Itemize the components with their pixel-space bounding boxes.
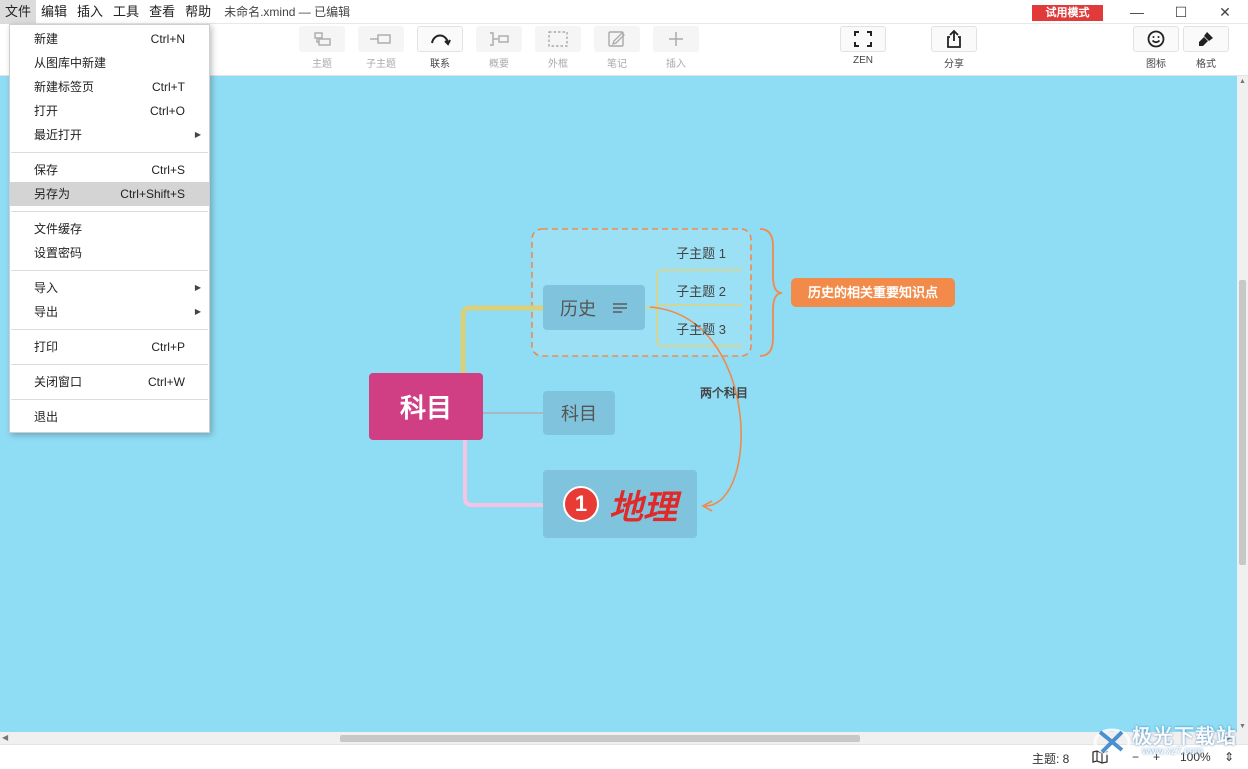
menu-separator [11,211,208,212]
menu-item-close-window[interactable]: 关闭窗口 Ctrl+W [10,370,209,394]
notes-label: 笔记 [607,59,627,70]
trial-mode-badge[interactable]: 试用模式 [1032,5,1103,21]
summary-label: 概要 [489,59,509,70]
subtopic-3[interactable]: 子主题 3 [660,319,742,341]
vertical-scrollbar[interactable]: ▲ ▼ [1237,76,1248,732]
menu-separator [11,152,208,153]
vertical-scroll-thumb[interactable] [1239,280,1246,565]
submenu-arrow-icon: ▶ [194,307,201,316]
icons-label: 图标 [1146,59,1166,70]
menu-item-exit[interactable]: 退出 [10,405,209,429]
menu-item-save-as[interactable]: 另存为 Ctrl+Shift+S [10,182,209,206]
relationship-button[interactable]: 联系 [417,26,463,70]
branch-dili [463,440,543,507]
submenu-arrow-icon: ▶ [194,130,201,139]
menu-view[interactable]: 查看 [144,0,180,24]
menu-edit[interactable]: 编辑 [36,0,72,24]
share-button[interactable]: 分享 [931,26,977,70]
boundary-icon [548,31,568,47]
summary-brace [759,228,783,357]
minimize-button[interactable]: — [1114,0,1160,24]
icons-button[interactable]: 图标 [1133,26,1179,70]
horizontal-scroll-thumb[interactable] [340,735,860,742]
menu-item-import[interactable]: 导入 ▶ [10,276,209,300]
relationship-icon [431,34,451,46]
menu-item-new[interactable]: 新建 Ctrl+N [10,27,209,51]
boundary-button[interactable]: 外框 [535,26,581,70]
submenu-arrow-icon: ▶ [194,283,201,292]
menu-file[interactable]: 文件 [0,0,37,24]
maximize-button[interactable]: ☐ [1158,0,1204,24]
zen-label: ZEN [853,55,873,66]
menu-separator [11,364,208,365]
notes-button[interactable]: 笔记 [594,26,640,70]
topic-dili-label: 地理 [609,487,677,528]
summary-topic[interactable]: 历史的相关重要知识点 [791,278,955,307]
horizontal-scrollbar[interactable]: ◀ ▶ [0,732,1248,744]
notes-icon[interactable] [612,301,628,315]
status-bar: 主题: 8 − + 100% ⇕ [0,744,1248,769]
menu-tools[interactable]: 工具 [108,0,144,24]
menu-item-save[interactable]: 保存 Ctrl+S [10,158,209,182]
menu-help[interactable]: 帮助 [180,0,216,24]
menu-item-export[interactable]: 导出 ▶ [10,300,209,324]
format-button[interactable]: 格式 [1183,26,1229,70]
plus-icon [669,32,683,46]
fullscreen-icon [854,31,872,47]
watermark: 极光下载站 www.xz7.com [1092,716,1242,766]
share-label: 分享 [944,59,964,70]
subtopic-icon [370,34,391,44]
summary-icon [490,32,509,46]
subtopic-button[interactable]: 子主题 [358,26,404,70]
document-title: 未命名.xmind — 已编辑 [224,5,351,19]
notes-icon [608,31,625,47]
share-icon [947,29,961,48]
close-button[interactable]: ✕ [1202,0,1248,24]
topic-count: 主题: 8 [1032,752,1070,766]
file-menu-dropdown: 新建 Ctrl+N 从图库中新建 新建标签页 Ctrl+T 打开 Ctrl+O 最近打… [9,24,210,433]
menu-item-new-from-gallery[interactable]: 从图库中新建 [10,51,209,75]
topic-button[interactable]: 主题 [299,26,345,70]
relationship-label[interactable]: 两个科目 [700,384,748,401]
watermark-url: www.xz7.com [1142,746,1204,757]
central-topic[interactable]: 科目 [369,373,483,440]
watermark-logo-icon [1093,728,1131,756]
menu-item-print[interactable]: 打印 Ctrl+P [10,335,209,359]
insert-button[interactable]: 插入 [653,26,699,70]
smiley-icon [1147,30,1165,48]
topic-dili[interactable]: 1 地理 [543,470,697,538]
scroll-left-icon[interactable]: ◀ [2,732,8,744]
watermark-text: 极光下载站 [1132,724,1237,748]
summary-button[interactable]: 概要 [476,26,522,70]
paintbrush-icon [1199,32,1213,46]
menu-item-file-cache[interactable]: 文件缓存 [10,217,209,241]
subtopic-2[interactable]: 子主题 2 [660,281,742,303]
scroll-up-icon[interactable]: ▲ [1237,76,1248,87]
zen-button[interactable]: ZEN [840,26,886,66]
topic-history-label: 历史 [560,298,596,319]
topic-icon [314,32,331,46]
menu-item-recent[interactable]: 最近打开 ▶ [10,123,209,147]
boundary-label: 外框 [548,59,568,70]
topic-label: 主题 [312,59,332,70]
menu-item-set-password[interactable]: 设置密码 [10,241,209,265]
topic-history[interactable]: 历史 [543,285,645,330]
menu-item-new-tab[interactable]: 新建标签页 Ctrl+T [10,75,209,99]
relationship-label: 联系 [430,59,450,70]
menu-separator [11,399,208,400]
menu-separator [11,329,208,330]
insert-label: 插入 [666,59,686,70]
format-label: 格式 [1196,59,1216,70]
menu-insert[interactable]: 插入 [72,0,108,24]
menu-separator [11,270,208,271]
subtopic-label: 子主题 [366,59,396,70]
subtopic-1[interactable]: 子主题 1 [660,243,742,265]
priority-one-icon[interactable]: 1 [563,486,599,522]
topic-kemu[interactable]: 科目 [543,391,615,435]
menu-item-open[interactable]: 打开 Ctrl+O [10,99,209,123]
